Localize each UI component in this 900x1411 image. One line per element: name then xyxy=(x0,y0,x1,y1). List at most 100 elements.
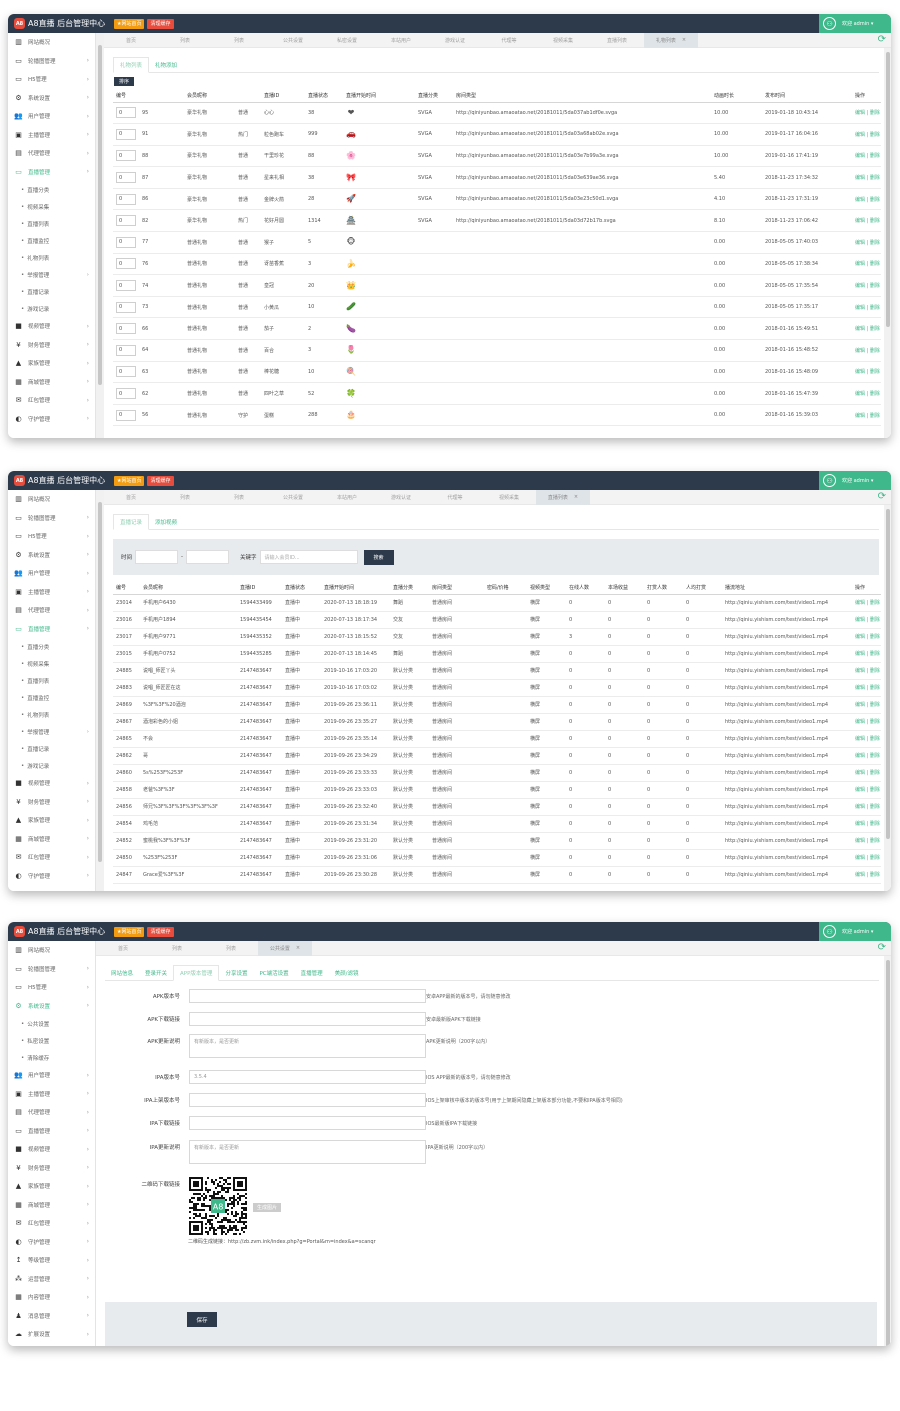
sidebar-item[interactable]: ✉ 红包管理 › xyxy=(8,848,95,867)
sidebar-subitem[interactable]: • 礼物列表 xyxy=(8,706,95,723)
tab-item[interactable]: 代理等 xyxy=(482,33,536,48)
tab-item[interactable]: 首页 xyxy=(104,490,158,505)
sidebar-item[interactable]: ▦ 商城管理 › xyxy=(8,373,95,392)
text-input[interactable]: 3.5.4 xyxy=(189,1070,426,1084)
sidebar-item[interactable]: 👥 用户管理 › xyxy=(8,564,95,583)
user-menu[interactable]: ⚇ 欢迎 admin ▾ xyxy=(819,471,891,490)
sidebar-item[interactable]: ▭ 轮播图管理 › xyxy=(8,52,95,71)
sort-button[interactable]: 排序 xyxy=(114,77,134,86)
sidebar-item[interactable]: ▥ 网站概况 xyxy=(8,490,95,509)
sort-input[interactable]: 0 xyxy=(116,409,136,421)
sidebar-scrollbar[interactable] xyxy=(96,33,104,438)
sort-input[interactable]: 0 xyxy=(116,280,136,292)
edit-delete-links[interactable]: 编辑 | 删除 xyxy=(852,123,881,146)
sidebar-item[interactable]: ◐ 守护管理 › xyxy=(8,867,95,886)
content-scrollbar[interactable] xyxy=(884,505,891,891)
sidebar-item[interactable]: ▣ 主播管理 › xyxy=(8,583,95,602)
tab-item[interactable]: 礼物列表 × xyxy=(644,33,698,48)
content-scrollbar[interactable] xyxy=(884,48,891,438)
text-input[interactable] xyxy=(189,1012,426,1026)
close-icon[interactable]: × xyxy=(682,37,686,43)
sidebar-subitem[interactable]: • 直播列表 xyxy=(8,215,95,232)
sidebar-item[interactable]: ♟ 消息管理 › xyxy=(8,1307,95,1326)
edit-delete-links[interactable]: 编辑 | 删除 xyxy=(852,747,881,765)
col-image[interactable]: 直播开始时间 xyxy=(343,89,415,103)
tab-item[interactable]: 首页 xyxy=(104,33,158,48)
sort-input[interactable]: 0 xyxy=(116,258,136,270)
home-button[interactable]: ★网站首页 xyxy=(114,926,145,937)
sidebar-item[interactable]: ▤ 代理管理 › xyxy=(8,144,95,163)
tab-item[interactable]: 视频采集 xyxy=(536,33,590,48)
sidebar-item[interactable]: ▤ 代理管理 › xyxy=(8,601,95,620)
edit-delete-links[interactable]: 编辑 | 删除 xyxy=(852,317,881,341)
tab-item[interactable]: 列表 xyxy=(212,490,266,505)
sidebar-item[interactable]: ▭ H5管理 › xyxy=(8,978,95,997)
sidebar-subitem[interactable]: • 游戏记录 xyxy=(8,757,95,774)
tab-add-video[interactable]: 添加视频 xyxy=(149,514,183,530)
close-icon[interactable]: × xyxy=(574,494,578,500)
sidebar-item[interactable]: ▥ 网站概况 xyxy=(8,941,95,960)
edit-delete-links[interactable]: 编辑 | 删除 xyxy=(852,628,881,646)
sidebar-item[interactable]: ⚙ 系统设置 › xyxy=(8,89,95,108)
edit-delete-links[interactable]: 编辑 | 删除 xyxy=(852,815,881,833)
text-input[interactable]: 有新版本，是否更新 xyxy=(189,1034,426,1058)
sort-input[interactable]: 0 xyxy=(116,366,136,378)
text-input[interactable] xyxy=(189,1116,426,1130)
sort-input[interactable]: 0 xyxy=(116,172,136,184)
sidebar-subitem[interactable]: • 直播记录 xyxy=(8,283,95,300)
home-button[interactable]: ★网站首页 xyxy=(114,18,145,29)
sidebar-subitem[interactable]: • 直播监控 xyxy=(8,689,95,706)
sidebar-subitem[interactable]: • 视频采集 xyxy=(8,198,95,215)
edit-delete-links[interactable]: 编辑 | 删除 xyxy=(852,253,881,276)
home-button[interactable]: ★网站首页 xyxy=(114,475,145,486)
sidebar-item[interactable]: ¥ 财务管理 › xyxy=(8,336,95,355)
tab-item[interactable]: 列表 xyxy=(158,490,212,505)
sort-input[interactable]: 0 xyxy=(116,301,136,313)
settings-tab[interactable]: 登录开关 xyxy=(139,965,173,981)
edit-delete-links[interactable]: 编辑 | 删除 xyxy=(852,404,881,427)
edit-delete-links[interactable]: 编辑 | 删除 xyxy=(852,274,881,297)
sidebar-item[interactable]: ▦ 商城管理 › xyxy=(8,830,95,849)
sidebar-subitem[interactable]: • 清除缓存 xyxy=(8,1049,95,1066)
sidebar-item[interactable]: ✉ 红包管理 › xyxy=(8,391,95,410)
sidebar-item[interactable]: ■ 视频管理 › xyxy=(8,774,95,793)
text-input[interactable] xyxy=(189,1093,426,1107)
sidebar-subitem[interactable]: • 视频采集 xyxy=(8,655,95,672)
sidebar-item[interactable]: ▭ 轮播图管理 › xyxy=(8,509,95,528)
edit-delete-links[interactable]: 编辑 | 删除 xyxy=(852,645,881,663)
tab-item[interactable]: 首页 xyxy=(96,941,150,956)
tab-item[interactable]: 直播列表 xyxy=(590,33,644,48)
sidebar-item[interactable]: ¥ 财务管理 › xyxy=(8,1159,95,1178)
sidebar-item[interactable]: ◐ 守护管理 › xyxy=(8,1233,95,1252)
sidebar-scrollbar[interactable] xyxy=(96,490,104,891)
tab-item[interactable]: 列表 xyxy=(204,941,258,956)
sidebar-subitem[interactable]: • 直播监控 xyxy=(8,232,95,249)
sidebar-item[interactable]: ◐ 守护管理 › xyxy=(8,410,95,429)
edit-delete-links[interactable]: 编辑 | 删除 xyxy=(852,361,881,384)
text-input[interactable]: 有新版本，是否更新 xyxy=(189,1140,426,1164)
edit-delete-links[interactable]: 编辑 | 删除 xyxy=(852,594,881,612)
settings-tab[interactable]: PC端活设置 xyxy=(253,965,294,981)
sidebar-item[interactable]: ⚙ 系统设置 › xyxy=(8,997,95,1016)
edit-delete-links[interactable]: 编辑 | 删除 xyxy=(852,145,881,168)
sidebar-item[interactable]: ■ 视频管理 › xyxy=(8,317,95,336)
sidebar-subitem[interactable]: • 直播记录 xyxy=(8,740,95,757)
edit-delete-links[interactable]: 编辑 | 删除 xyxy=(852,866,881,884)
tab-item[interactable]: 列表 xyxy=(150,941,204,956)
sidebar-item[interactable]: ▭ 直播管理 › xyxy=(8,1122,95,1141)
close-icon[interactable]: × xyxy=(296,945,300,951)
edit-delete-links[interactable]: 编辑 | 删除 xyxy=(852,832,881,850)
tab-item[interactable]: 直播列表 × xyxy=(536,490,590,505)
edit-delete-links[interactable]: 编辑 | 删除 xyxy=(852,382,881,405)
sidebar-item[interactable]: ↥ 等级管理 › xyxy=(8,1251,95,1270)
tab-item[interactable]: 游戏认证 xyxy=(374,490,428,505)
sort-input[interactable]: 0 xyxy=(116,388,136,400)
sidebar-item[interactable]: ▭ 轮播图管理 › xyxy=(8,960,95,979)
sidebar-item[interactable]: ☁ 扩展设置 › xyxy=(8,1325,95,1344)
sort-input[interactable]: 0 xyxy=(116,236,136,248)
text-input[interactable] xyxy=(189,989,426,1003)
settings-tab[interactable]: 直播管理 xyxy=(295,965,329,981)
edit-delete-links[interactable]: 编辑 | 删除 xyxy=(852,781,881,799)
tab-item[interactable]: 本站用户 xyxy=(374,33,428,48)
sidebar-subitem[interactable]: • 公共设置 xyxy=(8,1015,95,1032)
